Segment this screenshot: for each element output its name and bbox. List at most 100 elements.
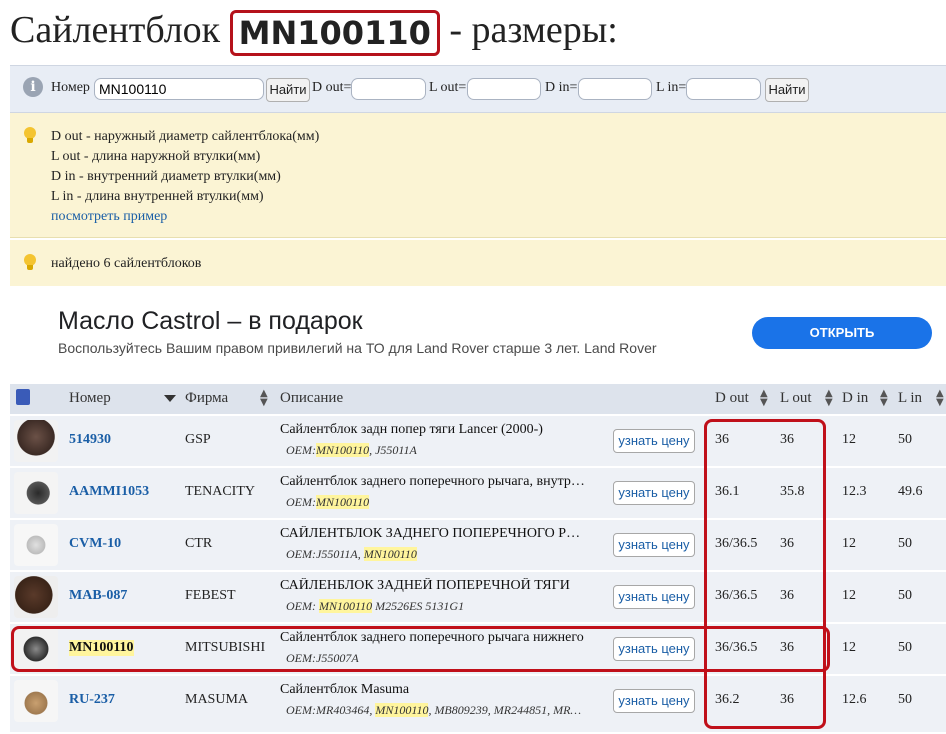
header-firm[interactable]: Фирма: [185, 390, 228, 407]
lin-label: L in=: [656, 80, 687, 95]
lin-value: 50: [898, 432, 912, 447]
dout-label: D out=: [312, 80, 352, 95]
lightbulb-icon: [24, 254, 36, 272]
header-lin[interactable]: L in: [898, 390, 922, 407]
legend-line: D in - внутренний диаметр втулки(мм): [51, 169, 281, 184]
din-value: 12: [842, 640, 856, 655]
dout-value: 36/36.5: [715, 588, 758, 603]
ad-open-button[interactable]: ОТКРЫТЬ: [752, 317, 932, 349]
product-image[interactable]: [14, 524, 58, 566]
lout-value: 36: [780, 692, 794, 707]
table-row[interactable]: MAB-087 FEBEST САЙЛЕНБЛОК ЗАДНЕЙ ПОПЕРЕЧ…: [10, 572, 946, 624]
sort-icon[interactable]: ▲ ▼: [936, 389, 944, 408]
firm: MASUMA: [185, 692, 249, 707]
title-suffix: - размеры:: [449, 9, 618, 51]
din-value: 12.3: [842, 484, 867, 499]
header-dout[interactable]: D out: [715, 390, 749, 407]
column-settings-icon[interactable]: [16, 389, 30, 405]
price-button[interactable]: узнать цену: [613, 585, 695, 609]
lout-value: 36: [780, 640, 794, 655]
sort-icon[interactable]: ▲ ▼: [760, 389, 768, 408]
part-number-link[interactable]: AAMMI1053: [69, 484, 149, 500]
oem-numbers: OEM: MN100110 M2526ES 5131G1: [286, 599, 465, 613]
dout-value: 36/36.5: [715, 640, 758, 655]
din-value: 12.6: [842, 692, 867, 707]
table-row[interactable]: CVM-10 CTR САЙЛЕНТБЛОК ЗАДНЕГО ПОПЕРЕЧНО…: [10, 520, 946, 572]
table-row[interactable]: 514930 GSP Сайлентблок задн попер тяги L…: [10, 416, 946, 468]
product-image[interactable]: [14, 576, 58, 618]
description: Сайлентблок Masuma: [280, 682, 410, 697]
lout-value: 36: [780, 432, 794, 447]
sort-icon[interactable]: ▲ ▼: [880, 389, 888, 408]
firm: GSP: [185, 432, 211, 447]
header-lout[interactable]: L out: [780, 390, 812, 407]
table-row[interactable]: RU-237 MASUMA Сайлентблок Masuma OEM:MR4…: [10, 676, 946, 734]
find-button[interactable]: Найти: [266, 78, 310, 102]
header-din[interactable]: D in: [842, 390, 868, 407]
product-image[interactable]: [14, 420, 58, 462]
part-number-link[interactable]: CVM-10: [69, 536, 121, 552]
lightbulb-icon: [24, 127, 36, 145]
lout-value: 36: [780, 588, 794, 603]
part-number-link[interactable]: RU-237: [69, 692, 115, 708]
lout-input[interactable]: [467, 78, 541, 100]
find-dimensions-button[interactable]: Найти: [765, 78, 809, 102]
firm: FEBEST: [185, 588, 236, 603]
din-input[interactable]: [578, 78, 652, 100]
ad-headline[interactable]: Масло Castrol – в подарок: [58, 307, 363, 336]
sort-icon[interactable]: ▲ ▼: [260, 389, 268, 408]
description: Сайлентблок задн попер тяги Lancer (2000…: [280, 422, 543, 437]
product-image[interactable]: [14, 680, 58, 722]
legend-note: D out - наружный диаметр сайлентблока(мм…: [10, 113, 946, 238]
firm: MITSUBISHI: [185, 640, 266, 655]
dout-value: 36.2: [715, 692, 740, 707]
lin-value: 49.6: [898, 484, 923, 499]
page-title: Сайлентблок MN100110 - размеры:: [10, 8, 618, 57]
din-value: 12: [842, 536, 856, 551]
sort-desc-icon[interactable]: [164, 395, 176, 402]
title-part-number: MN100110: [229, 10, 440, 57]
firm: CTR: [185, 536, 213, 551]
lin-value: 50: [898, 640, 912, 655]
results-count-note: найдено 6 сайлентблоков: [10, 240, 946, 286]
sort-icon[interactable]: ▲ ▼: [825, 389, 833, 408]
table-row[interactable]: MN100110 MITSUBISHI Сайлентблок заднего …: [10, 624, 946, 676]
description: Сайлентблок заднего поперечного рычага н…: [280, 630, 584, 645]
oem-numbers: OEM:MR403464, MN100110, MB809239, MR2448…: [286, 703, 586, 717]
lin-value: 50: [898, 588, 912, 603]
description: САЙЛЕНБЛОК ЗАДНЕЙ ПОПЕРЕЧНОЙ ТЯГИ: [280, 578, 570, 593]
example-link[interactable]: посмотреть пример: [51, 207, 319, 227]
product-image[interactable]: [14, 472, 58, 514]
dout-input[interactable]: [351, 78, 426, 100]
table-row[interactable]: AAMMI1053 TENACITY Сайлентблок заднего п…: [10, 468, 946, 520]
oem-numbers: OEM:J55011A, MN100110: [286, 547, 417, 561]
price-button[interactable]: узнать цену: [613, 533, 695, 557]
part-number-link[interactable]: MN100110: [69, 640, 134, 656]
din-label: D in=: [545, 80, 578, 95]
header-number[interactable]: Номер: [69, 390, 111, 407]
description: Сайлентблок заднего поперечного рычага, …: [280, 474, 585, 489]
dout-value: 36/36.5: [715, 536, 758, 551]
ad-subtext: Воспользуйтесь Вашим правом привилегий н…: [58, 340, 657, 356]
ad-banner[interactable]: Масло Castrol – в подарок Воспользуйтесь…: [10, 287, 946, 377]
title-prefix: Сайлентблок: [10, 9, 221, 51]
oem-numbers: OEM:J55007A: [286, 651, 359, 665]
legend-line: L out - длина наружной втулки(мм): [51, 149, 261, 164]
part-number-link[interactable]: MAB-087: [69, 588, 127, 604]
product-image[interactable]: [14, 628, 58, 670]
part-number-link[interactable]: 514930: [69, 432, 111, 448]
search-bar: i Номер Найти D out= L out= D in= L in= …: [10, 65, 946, 113]
table-header: Номер Фирма ▲ ▼ Описание D out ▲ ▼ L out ▲…: [10, 384, 946, 414]
price-button[interactable]: узнать цену: [613, 429, 695, 453]
lin-input[interactable]: [686, 78, 761, 100]
number-label: Номер: [51, 80, 90, 95]
description: САЙЛЕНТБЛОК ЗАДНЕГО ПОПЕРЕЧНОГО РЫЧАГА: [280, 526, 585, 541]
dout-value: 36.1: [715, 484, 740, 499]
din-value: 12: [842, 432, 856, 447]
number-input[interactable]: [94, 78, 264, 100]
oem-numbers: OEM:MN100110: [286, 495, 370, 509]
lout-value: 36: [780, 536, 794, 551]
price-button[interactable]: узнать цену: [613, 637, 695, 661]
price-button[interactable]: узнать цену: [613, 689, 695, 713]
price-button[interactable]: узнать цену: [613, 481, 695, 505]
